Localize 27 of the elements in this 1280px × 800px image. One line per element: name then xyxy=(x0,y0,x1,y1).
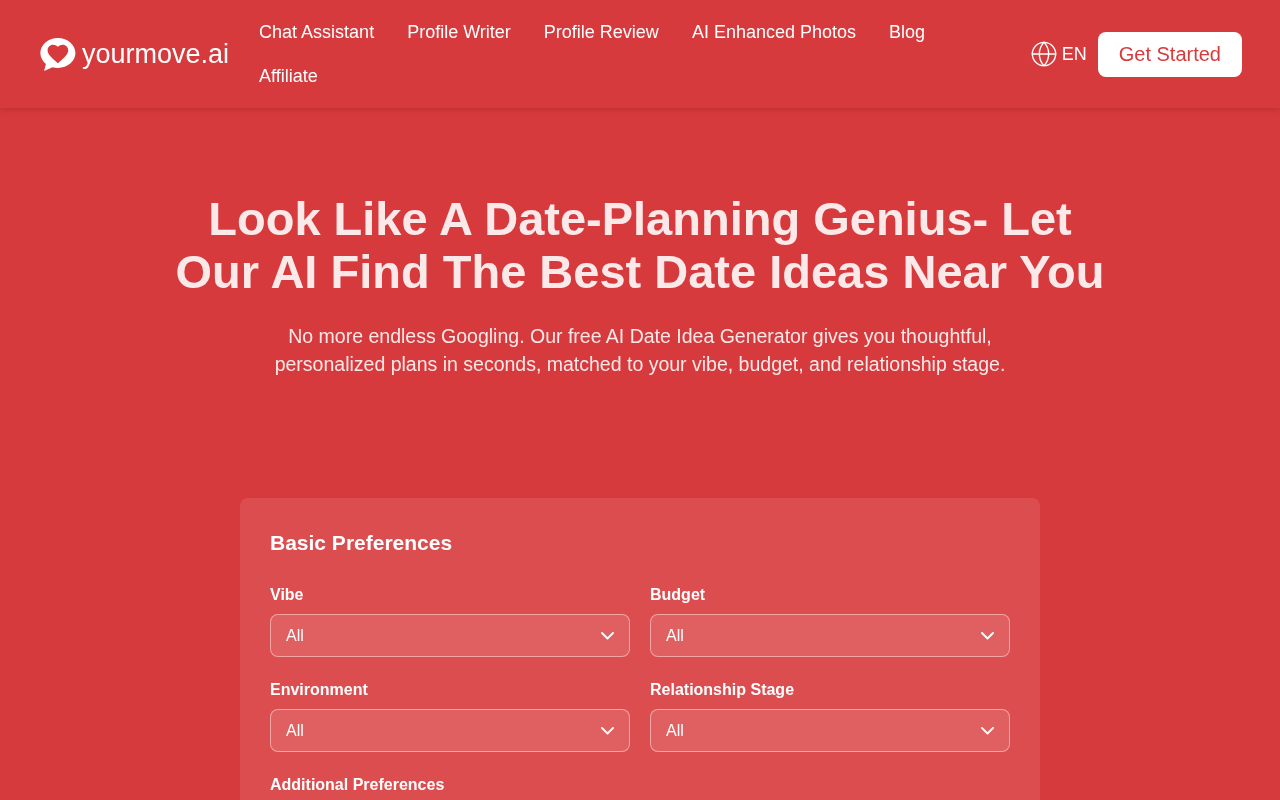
chevron-down-icon xyxy=(601,726,614,735)
dropdown-select[interactable]: All xyxy=(650,709,1010,752)
field-label: Vibe xyxy=(270,585,305,605)
get-started-button[interactable]: Get Started xyxy=(1097,31,1242,77)
nav-link[interactable]: Chat Assistant xyxy=(259,20,375,44)
globe-icon xyxy=(1029,40,1058,68)
heart-speech-bubble-icon xyxy=(40,37,76,71)
dropdown-select[interactable]: All xyxy=(270,709,630,752)
nav-link[interactable]: Profile Writer xyxy=(407,20,511,44)
field-label: Environment xyxy=(270,680,369,700)
nav-link[interactable]: AI Enhanced Photos xyxy=(691,20,856,44)
hero-subtitle: No more endless Googling. Our free AI Date Idea Generator gives you thoughtful, personalized plans in seconds, matched to your vibe, budget, and relationship stage. xyxy=(273,324,1007,377)
field-label: Budget xyxy=(650,585,707,605)
nav-link[interactable]: Profile Review xyxy=(543,20,659,44)
section-heading: Additional Preferences xyxy=(270,775,446,795)
logo-wordmark[interactable]: yourmove.ai xyxy=(82,38,230,70)
hero-heading: Look Like A Date-Planning Genius- Let Our AI Find The Best Date Ideas Near You xyxy=(174,192,1106,298)
chevron-down-icon xyxy=(601,631,614,640)
language-selector[interactable]: EN xyxy=(1029,40,1087,68)
field-label: Relationship Stage xyxy=(650,680,796,700)
dropdown-select[interactable]: All xyxy=(270,614,630,657)
nav-link[interactable]: Affiliate xyxy=(259,64,318,88)
section-heading: Basic Preferences xyxy=(270,530,454,556)
chevron-down-icon xyxy=(981,631,994,640)
dropdown-select[interactable]: All xyxy=(650,614,1010,657)
nav-link[interactable]: Blog xyxy=(889,20,926,44)
chevron-down-icon xyxy=(981,726,994,735)
